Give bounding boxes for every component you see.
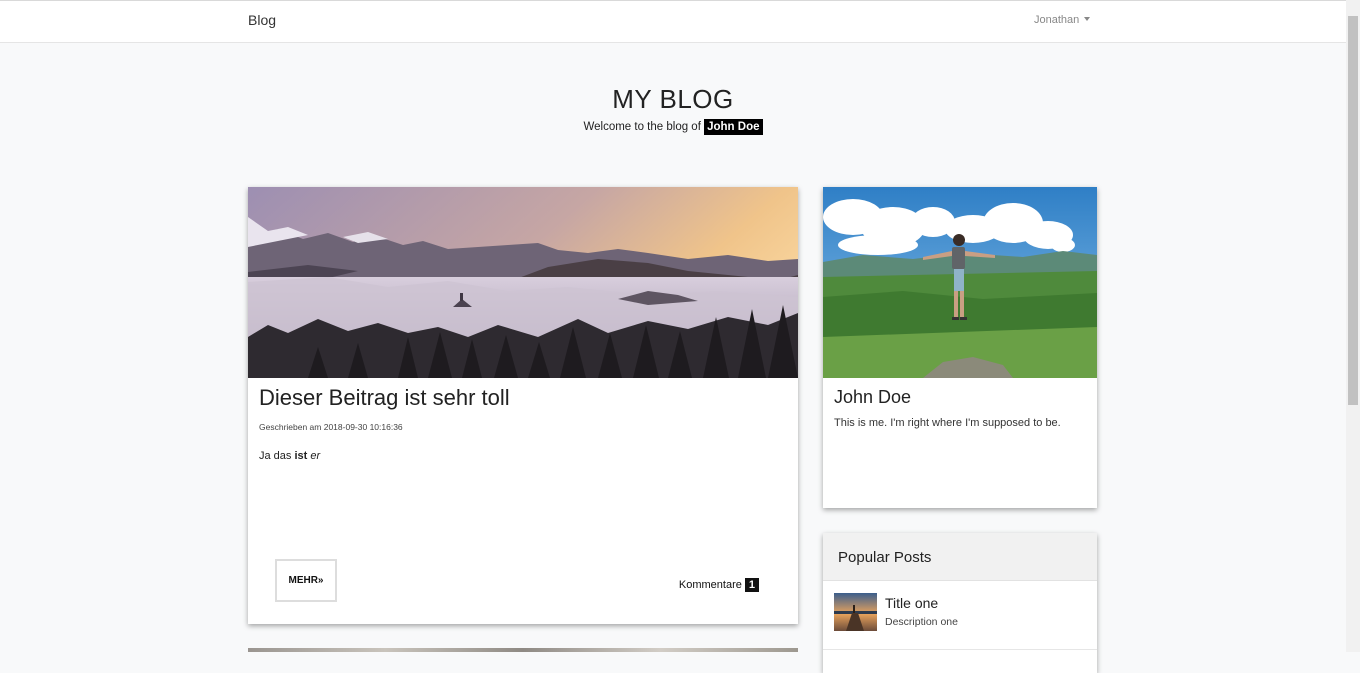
post-title[interactable]: Dieser Beitrag ist sehr toll bbox=[259, 385, 510, 411]
popular-post-description: Description one bbox=[885, 616, 958, 628]
post-image[interactable] bbox=[248, 187, 798, 378]
navbar-brand[interactable]: Blog bbox=[248, 12, 276, 28]
scrollbar-thumb[interactable] bbox=[1348, 16, 1358, 405]
post-excerpt: Ja das ist er bbox=[259, 450, 320, 462]
profile-image bbox=[823, 187, 1097, 378]
post-card: Dieser Beitrag ist sehr toll Geschrieben… bbox=[248, 187, 798, 624]
popular-posts-divider bbox=[823, 649, 1097, 650]
profile-name: John Doe bbox=[834, 387, 912, 407]
caret-down-icon bbox=[1084, 17, 1091, 21]
post-date: Geschrieben am 2018-09-30 10:16:36 bbox=[259, 422, 403, 432]
post-excerpt-bold: ist bbox=[294, 450, 308, 462]
next-post-card-peek[interactable] bbox=[248, 648, 798, 652]
comments-label: Kommentare bbox=[678, 579, 742, 591]
author-badge: John Doe bbox=[704, 119, 763, 135]
profile-description: This is me. I'm right where I'm supposed… bbox=[834, 417, 1061, 429]
blog-subtitle: Welcome to the blog of John Doe bbox=[0, 119, 1346, 135]
user-menu-toggle[interactable]: Jonathan bbox=[1034, 14, 1091, 26]
popular-post-title[interactable]: Title one bbox=[885, 595, 938, 611]
popular-posts-card: Popular Posts Title one Description one bbox=[823, 533, 1097, 673]
comment-count-badge: 1 bbox=[744, 578, 759, 592]
read-more-button[interactable]: MEHR» bbox=[275, 559, 337, 602]
user-menu-label: Jonathan bbox=[1034, 14, 1080, 26]
popular-posts-heading: Popular Posts bbox=[823, 533, 1097, 581]
top-navbar: Blog Jonathan bbox=[0, 0, 1346, 43]
page-scrollbar[interactable] bbox=[1346, 0, 1360, 652]
post-excerpt-italic: er bbox=[310, 450, 321, 462]
subtitle-text: Welcome to the blog of bbox=[583, 121, 701, 133]
popular-post-item[interactable]: Title one Description one bbox=[834, 593, 1086, 633]
comments-link[interactable]: Kommentare 1 bbox=[679, 578, 759, 592]
blog-title: MY BLOG bbox=[612, 84, 734, 114]
post-excerpt-text: Ja das bbox=[259, 450, 292, 462]
popular-post-thumbnail bbox=[834, 593, 877, 631]
profile-card: John Doe This is me. I'm right where I'm… bbox=[823, 187, 1097, 508]
